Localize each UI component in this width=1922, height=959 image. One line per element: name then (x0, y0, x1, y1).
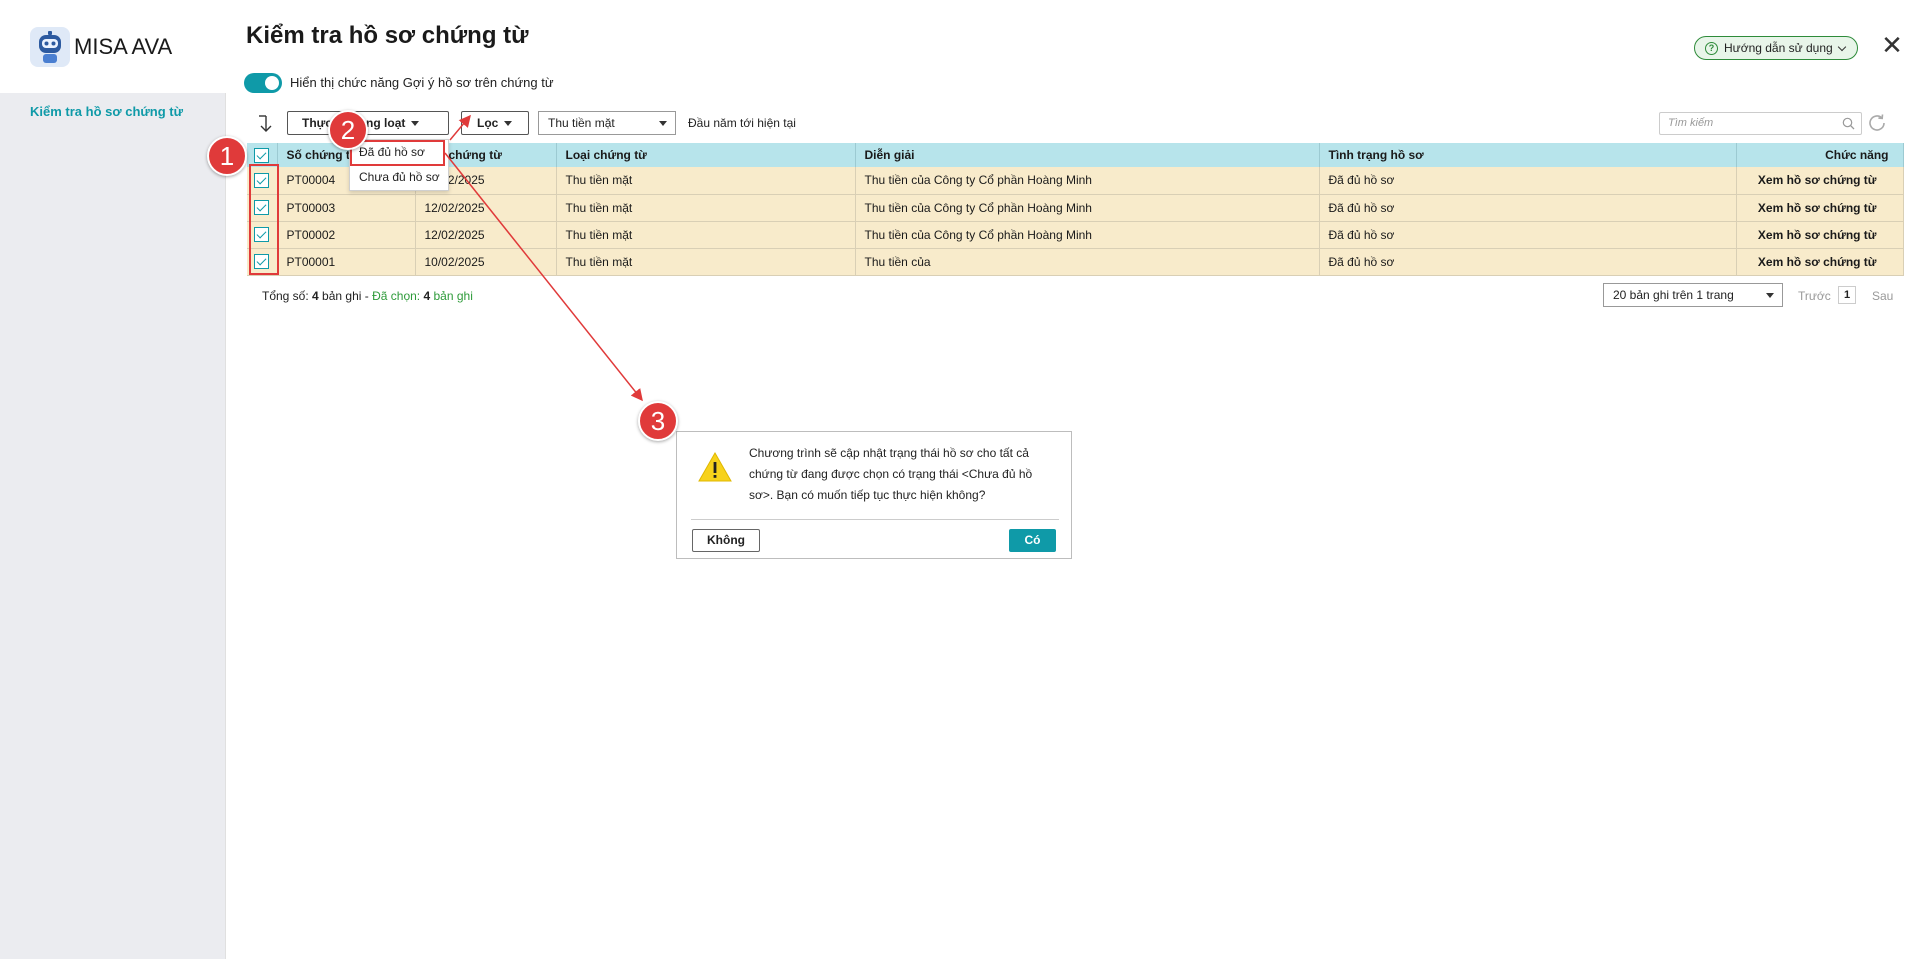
total-count: 4 (312, 289, 319, 303)
search-input[interactable]: Tìm kiếm (1659, 112, 1862, 135)
total-suffix: bản ghi - (318, 289, 373, 303)
doc-desc: Thu tiền của Công ty Cổ phần Hoàng Minh (855, 221, 1320, 249)
doc-status: Đã đủ hồ sơ (1319, 194, 1737, 222)
doc-no-link[interactable]: PT00001 (277, 248, 416, 276)
robot-logo-icon (30, 26, 70, 67)
table-row[interactable]: PT00001 10/02/2025 Thu tiền mặt Thu tiền… (247, 248, 1904, 276)
page-size-value: 20 bản ghi trên 1 trang (1613, 288, 1734, 302)
suggest-toggle[interactable] (244, 73, 282, 93)
doc-status: Đã đủ hồ sơ (1319, 167, 1737, 195)
filter-label: Lọc (477, 116, 499, 130)
doc-no-link[interactable]: PT00002 (277, 221, 416, 249)
doc-desc: Thu tiền của (855, 248, 1320, 276)
select-all-checkbox[interactable] (254, 147, 270, 163)
sidebar-item-kiem-tra[interactable]: Kiểm tra hồ sơ chứng từ (0, 100, 226, 124)
help-button[interactable]: ? Hướng dẫn sử dụng (1694, 36, 1858, 60)
batch-action-button[interactable]: Thực hàng loạt (287, 111, 449, 135)
caret-down-icon (504, 121, 513, 127)
doc-date: 12/02/2025 (415, 221, 557, 249)
doc-type: Thu tiền mặt (556, 167, 856, 195)
table-header-row: Số chứng t gày chứng từ Loại chứng từ Di… (247, 143, 1904, 167)
confirm-dialog: Chương trình sẽ cập nhật trạng thái hồ s… (676, 431, 1072, 559)
date-range-text[interactable]: Đầu năm tới hiện tại (688, 116, 796, 130)
brand: MISA AVA (0, 0, 226, 93)
sort-icon[interactable] (256, 114, 274, 134)
app-name: MISA AVA (74, 33, 173, 59)
voucher-type-select[interactable]: Thu tiền mặt (538, 111, 676, 135)
dialog-message: Chương trình sẽ cập nhật trạng thái hồ s… (749, 446, 1033, 502)
refresh-icon[interactable] (1866, 112, 1888, 134)
next-page-button[interactable]: Sau (1872, 289, 1893, 303)
col-header-status[interactable]: Tình trạng hồ sơ (1319, 143, 1737, 167)
search-placeholder: Tìm kiếm (1668, 117, 1714, 129)
record-summary: Tổng số: 4 bản ghi - Đã chọn: 4 bản ghi (262, 289, 473, 303)
close-icon[interactable]: ✕ (1880, 32, 1904, 58)
col-header-desc[interactable]: Diễn giải (855, 143, 1320, 167)
yes-button[interactable]: Có (1009, 529, 1056, 552)
table-row[interactable]: PT00004 18/02/2025 Thu tiền mặt Thu tiền… (247, 167, 1904, 195)
highlight-checkbox-column (249, 164, 279, 275)
doc-type: Thu tiền mặt (556, 194, 856, 222)
prev-page-button[interactable]: Trước (1798, 289, 1831, 303)
doc-type: Thu tiền mặt (556, 248, 856, 276)
view-docs-link[interactable]: Xem hồ sơ chứng từ (1736, 248, 1904, 276)
doc-desc: Thu tiền của Công ty Cổ phần Hoàng Minh (855, 167, 1320, 195)
page-size-select[interactable]: 20 bản ghi trên 1 trang (1603, 283, 1783, 307)
doc-no-link[interactable]: PT00003 (277, 194, 416, 222)
view-docs-link[interactable]: Xem hồ sơ chứng từ (1736, 194, 1904, 222)
col-header-type[interactable]: Loại chứng từ (556, 143, 856, 167)
caret-down-icon (1766, 293, 1774, 298)
help-label: Hướng dẫn sử dụng (1724, 41, 1833, 55)
no-button[interactable]: Không (692, 529, 760, 552)
warning-icon (698, 451, 732, 482)
callout-1: 1 (207, 136, 247, 176)
view-docs-link[interactable]: Xem hồ sơ chứng từ (1736, 221, 1904, 249)
doc-status: Đã đủ hồ sơ (1319, 221, 1737, 249)
doc-date: 10/02/2025 (415, 248, 557, 276)
highlight-menu-item (350, 140, 445, 166)
caret-down-icon (411, 121, 420, 127)
doc-desc: Thu tiền của Công ty Cổ phần Hoàng Minh (855, 194, 1320, 222)
table-row[interactable]: PT00002 12/02/2025 Thu tiền mặt Thu tiền… (247, 221, 1904, 249)
sidebar: MISA AVA Kiểm tra hồ sơ chứng từ (0, 0, 226, 959)
search-icon[interactable] (1842, 117, 1855, 130)
page-title: Kiểm tra hồ sơ chứng từ (246, 22, 529, 49)
doc-type: Thu tiền mặt (556, 221, 856, 249)
dialog-divider (691, 519, 1059, 520)
callout-2: 2 (328, 110, 368, 150)
chevron-down-icon (1837, 42, 1846, 51)
voucher-table: Số chứng t gày chứng từ Loại chứng từ Di… (247, 143, 1904, 276)
selected-prefix: Đã chọn: (372, 289, 424, 303)
doc-status: Đã đủ hồ sơ (1319, 248, 1737, 276)
page-number[interactable]: 1 (1838, 286, 1856, 304)
toggle-label: Hiển thị chức năng Gợi ý hồ sơ trên chứn… (290, 75, 554, 90)
selected-suffix: bản ghi (430, 289, 473, 303)
menu-item-chua-du-ho-so[interactable]: Chưa đủ hồ sơ (350, 165, 448, 190)
question-icon: ? (1705, 41, 1718, 55)
total-prefix: Tổng số: (262, 289, 313, 303)
col-header-action: Chức năng (1736, 143, 1904, 167)
table-row[interactable]: PT00003 12/02/2025 Thu tiền mặt Thu tiền… (247, 194, 1904, 222)
view-docs-link[interactable]: Xem hồ sơ chứng từ (1736, 167, 1904, 195)
filter-button[interactable]: Lọc (461, 111, 529, 135)
caret-down-icon (659, 121, 667, 126)
callout-3: 3 (638, 401, 678, 441)
voucher-type-value: Thu tiền mặt (548, 116, 615, 130)
doc-date: 12/02/2025 (415, 194, 557, 222)
